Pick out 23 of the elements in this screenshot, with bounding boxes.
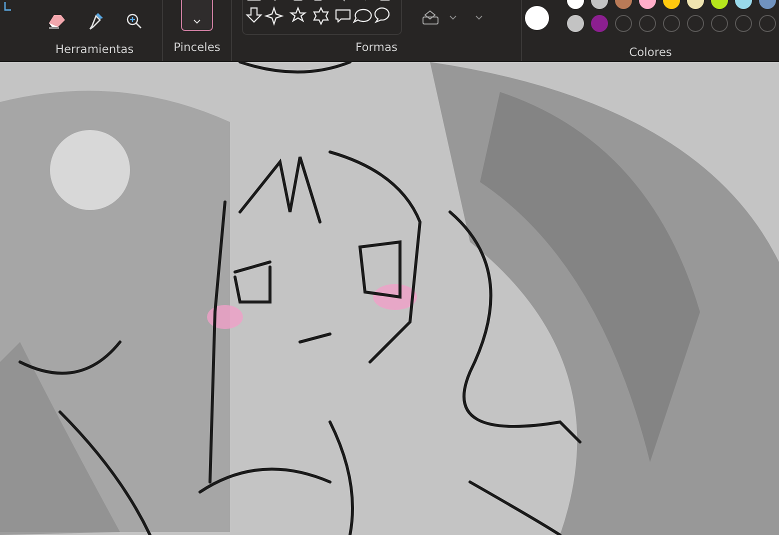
empty-color-slot[interactable]	[615, 15, 632, 32]
empty-color-slot[interactable]	[687, 15, 704, 32]
color-swatch[interactable]	[567, 15, 584, 32]
empty-color-slot[interactable]	[735, 15, 752, 32]
empty-color-slot[interactable]	[711, 15, 728, 32]
chevron-down-icon	[193, 19, 201, 24]
color-picker-icon[interactable]	[88, 12, 104, 30]
chevron-down-icon	[475, 15, 483, 20]
zoom-icon[interactable]	[126, 13, 142, 29]
colors-label: Colores	[629, 44, 672, 61]
tools-label: Herramientas	[55, 41, 134, 58]
empty-color-slot[interactable]	[759, 15, 776, 32]
brushes-label: Pinceles	[174, 39, 220, 56]
color-swatch[interactable]	[591, 15, 608, 32]
select-icon[interactable]	[4, 2, 12, 12]
chevron-down-icon	[449, 15, 457, 20]
eraser-icon[interactable]	[48, 13, 66, 29]
empty-color-slot[interactable]	[663, 15, 680, 32]
empty-color-slot[interactable]	[639, 15, 656, 32]
paint-bucket-icon	[422, 10, 439, 25]
shapes-label: Formas	[355, 39, 398, 56]
current-color-swatch[interactable]	[525, 6, 549, 30]
brush-dropdown-button[interactable]	[181, 0, 213, 31]
